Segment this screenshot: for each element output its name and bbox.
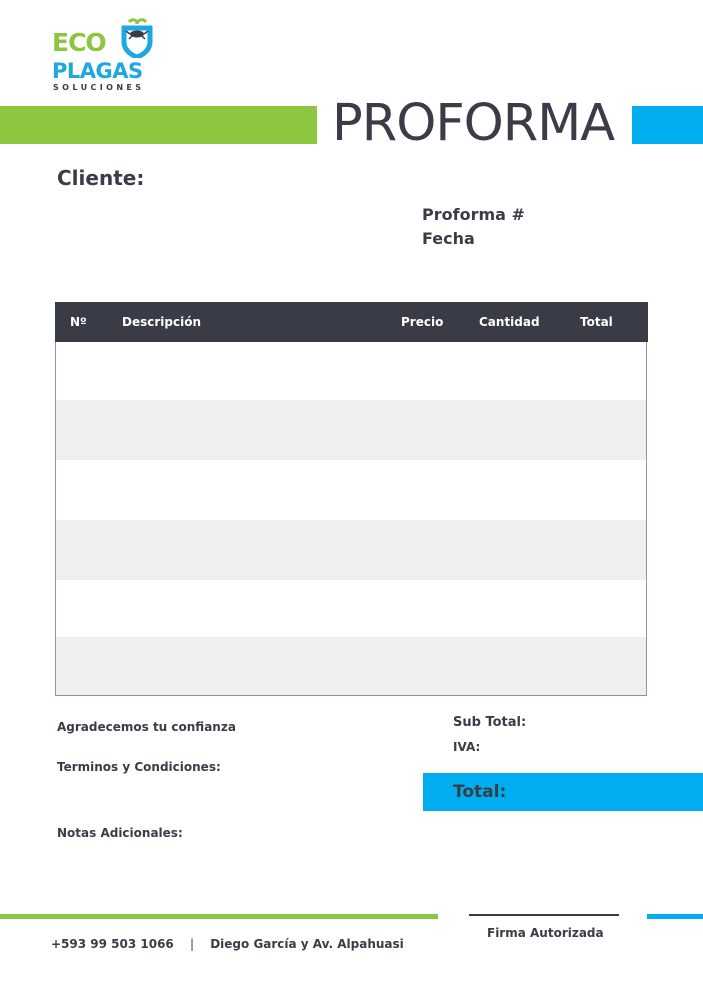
additional-notes-label: Notas Adicionales: [57, 826, 183, 840]
subtotal-label: Sub Total: [453, 715, 527, 730]
header-green-bar [0, 106, 317, 144]
table-row [56, 637, 646, 695]
table-row [56, 400, 646, 460]
client-label: Cliente: [57, 166, 145, 190]
table-row [56, 342, 646, 402]
table-row [56, 460, 646, 520]
thanks-note: Agradecemos tu confianza [57, 720, 236, 734]
column-header-number: Nº [70, 315, 87, 329]
table-row [56, 520, 646, 580]
total-label: Total: [453, 782, 507, 802]
date-label: Fecha [422, 229, 475, 248]
proforma-number-label: Proforma # [422, 205, 525, 224]
bug-shield-icon [121, 18, 153, 58]
table-header: Nº Descripción Precio Cantidad Total [55, 302, 648, 342]
total-bar: Total: [423, 773, 703, 811]
footer-blue-bar [647, 914, 703, 919]
header-blue-bar [632, 106, 703, 144]
signature-line [469, 914, 619, 916]
logo-eco-text: ECO [52, 28, 107, 57]
table-row [56, 580, 646, 640]
column-header-description: Descripción [122, 315, 201, 329]
logo-soluciones-text: SOLUCIONES [53, 83, 145, 92]
footer-green-bar [0, 914, 438, 919]
terms-label: Terminos y Condiciones: [57, 760, 221, 774]
footer-phone: +593 99 503 1066 [51, 937, 174, 951]
footer-address: Diego García y Av. Alpahuasi [210, 937, 404, 951]
signature-label: Firma Autorizada [487, 926, 604, 940]
company-logo: ECO PLAGAS SOLUCIONES [52, 18, 162, 96]
iva-label: IVA: [453, 740, 481, 754]
column-header-quantity: Cantidad [479, 315, 540, 329]
logo-plagas-text: PLAGAS [52, 59, 143, 83]
footer-contact: +593 99 503 1066 | Diego García y Av. Al… [51, 937, 404, 951]
column-header-price: Precio [401, 315, 444, 329]
items-table: Nº Descripción Precio Cantidad Total [55, 302, 648, 696]
document-title: PROFORMA [332, 94, 615, 153]
footer-separator: | [189, 937, 195, 951]
column-header-total: Total [580, 315, 613, 329]
